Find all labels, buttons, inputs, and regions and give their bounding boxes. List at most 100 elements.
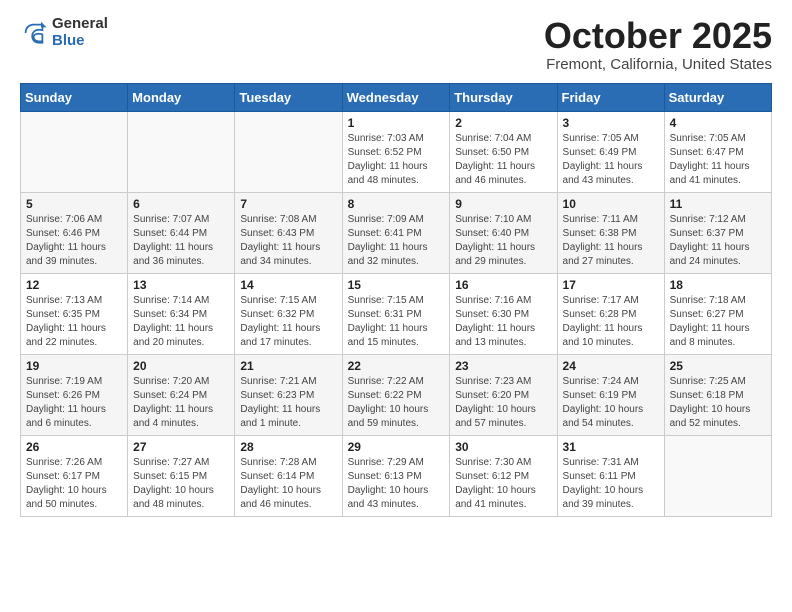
calendar-cell: 8Sunrise: 7:09 AM Sunset: 6:41 PM Daylig…	[342, 192, 450, 273]
day-number: 18	[670, 278, 766, 292]
day-number: 22	[348, 359, 445, 373]
day-number: 2	[455, 116, 551, 130]
calendar-week-row: 26Sunrise: 7:26 AM Sunset: 6:17 PM Dayli…	[21, 435, 772, 516]
calendar-cell: 31 Sunrise: 7:31 AM Sunset: 6:11 PM Dayli…	[557, 435, 664, 516]
calendar-cell: 22 Sunrise: 7:22 AM Sunset: 6:22 PM Dayli…	[342, 354, 450, 435]
day-info: Sunrise: 7:17 AM Sunset: 6:28 PM Dayligh…	[563, 294, 659, 350]
day-info: Sunrise: 7:06 AM Sunset: 6:46 PM Dayligh…	[26, 213, 122, 269]
logo-icon	[20, 19, 48, 47]
day-info: Sunrise: 7:15 AM Sunset: 6:31 PM Dayligh…	[348, 294, 445, 350]
weekday-header-wednesday: Wednesday	[342, 83, 450, 111]
title-area: October 2025 Fremont, California, United…	[544, 16, 772, 73]
day-info: Sunrise: 7:16 AM Sunset: 6:30 PM Dayligh…	[455, 294, 551, 350]
calendar-cell: 7 Sunrise: 7:08 AM Sunset: 6:43 PM Daylig…	[235, 192, 342, 273]
calendar-week-row: 1Sunrise: 7:03 AM Sunset: 6:52 PM Daylig…	[21, 111, 772, 192]
calendar-cell: 17 Sunrise: 7:17 AM Sunset: 6:28 PM Dayli…	[557, 273, 664, 354]
calendar-cell: 28 Sunrise: 7:28 AM Sunset: 6:14 PM Dayli…	[235, 435, 342, 516]
weekday-header-thursday: Thursday	[450, 83, 557, 111]
calendar-cell: 19Sunrise: 7:19 AM Sunset: 6:26 PM Dayli…	[21, 354, 128, 435]
logo: General Blue	[20, 16, 108, 49]
logo-general-text: General	[52, 16, 108, 33]
logo-blue-text: Blue	[52, 33, 108, 50]
weekday-header-sunday: Sunday	[21, 83, 128, 111]
calendar-cell: 25Sunrise: 7:25 AM Sunset: 6:18 PM Dayli…	[664, 354, 771, 435]
weekday-header-saturday: Saturday	[664, 83, 771, 111]
day-number: 9	[455, 197, 551, 211]
day-number: 4	[670, 116, 766, 130]
day-info: Sunrise: 7:10 AM Sunset: 6:40 PM Dayligh…	[455, 213, 551, 269]
day-info: Sunrise: 7:13 AM Sunset: 6:35 PM Dayligh…	[26, 294, 122, 350]
calendar-cell: 1Sunrise: 7:03 AM Sunset: 6:52 PM Daylig…	[342, 111, 450, 192]
day-number: 30	[455, 440, 551, 454]
weekday-header-friday: Friday	[557, 83, 664, 111]
day-number: 1	[348, 116, 445, 130]
weekday-header-monday: Monday	[128, 83, 235, 111]
calendar-cell: 18 Sunrise: 7:18 AM Sunset: 6:27 PM Dayli…	[664, 273, 771, 354]
day-number: 10	[563, 197, 659, 211]
day-info: Sunrise: 7:08 AM Sunset: 6:43 PM Dayligh…	[240, 213, 336, 269]
calendar-cell: 15 Sunrise: 7:15 AM Sunset: 6:31 PM Dayli…	[342, 273, 450, 354]
day-info: Sunrise: 7:22 AM Sunset: 6:22 PM Dayligh…	[348, 375, 445, 431]
calendar-cell	[235, 111, 342, 192]
day-number: 27	[133, 440, 229, 454]
page-header: General Blue October 2025 Fremont, Calif…	[20, 16, 772, 73]
calendar-cell: 9 Sunrise: 7:10 AM Sunset: 6:40 PM Daylig…	[450, 192, 557, 273]
calendar-cell: 13 Sunrise: 7:14 AM Sunset: 6:34 PM Dayli…	[128, 273, 235, 354]
day-info: Sunrise: 7:29 AM Sunset: 6:13 PM Dayligh…	[348, 456, 445, 512]
day-info: Sunrise: 7:09 AM Sunset: 6:41 PM Dayligh…	[348, 213, 445, 269]
calendar-cell: 24 Sunrise: 7:24 AM Sunset: 6:19 PM Dayli…	[557, 354, 664, 435]
day-info: Sunrise: 7:11 AM Sunset: 6:38 PM Dayligh…	[563, 213, 659, 269]
day-info: Sunrise: 7:20 AM Sunset: 6:24 PM Dayligh…	[133, 375, 229, 431]
day-info: Sunrise: 7:18 AM Sunset: 6:27 PM Dayligh…	[670, 294, 766, 350]
day-number: 5	[26, 197, 122, 211]
day-info: Sunrise: 7:21 AM Sunset: 6:23 PM Dayligh…	[240, 375, 336, 431]
calendar-cell: 2Sunrise: 7:04 AM Sunset: 6:50 PM Daylig…	[450, 111, 557, 192]
day-number: 23	[455, 359, 551, 373]
calendar-cell: 5 Sunrise: 7:06 AM Sunset: 6:46 PM Daylig…	[21, 192, 128, 273]
calendar-cell: 21 Sunrise: 7:21 AM Sunset: 6:23 PM Dayli…	[235, 354, 342, 435]
location-title: Fremont, California, United States	[544, 56, 772, 73]
day-number: 21	[240, 359, 336, 373]
day-info: Sunrise: 7:31 AM Sunset: 6:11 PM Dayligh…	[563, 456, 659, 512]
day-number: 17	[563, 278, 659, 292]
calendar-cell: 26Sunrise: 7:26 AM Sunset: 6:17 PM Dayli…	[21, 435, 128, 516]
day-number: 28	[240, 440, 336, 454]
day-number: 15	[348, 278, 445, 292]
day-info: Sunrise: 7:23 AM Sunset: 6:20 PM Dayligh…	[455, 375, 551, 431]
month-title: October 2025	[544, 16, 772, 56]
day-info: Sunrise: 7:24 AM Sunset: 6:19 PM Dayligh…	[563, 375, 659, 431]
calendar-cell: 16 Sunrise: 7:16 AM Sunset: 6:30 PM Dayli…	[450, 273, 557, 354]
day-number: 7	[240, 197, 336, 211]
calendar-cell: 3Sunrise: 7:05 AM Sunset: 6:49 PM Daylig…	[557, 111, 664, 192]
calendar-cell: 23 Sunrise: 7:23 AM Sunset: 6:20 PM Dayli…	[450, 354, 557, 435]
calendar-cell: 29Sunrise: 7:29 AM Sunset: 6:13 PM Dayli…	[342, 435, 450, 516]
day-number: 3	[563, 116, 659, 130]
day-info: Sunrise: 7:28 AM Sunset: 6:14 PM Dayligh…	[240, 456, 336, 512]
calendar-table: SundayMondayTuesdayWednesdayThursdayFrid…	[20, 83, 772, 517]
day-number: 20	[133, 359, 229, 373]
calendar-cell: 10 Sunrise: 7:11 AM Sunset: 6:38 PM Dayli…	[557, 192, 664, 273]
weekday-header-row: SundayMondayTuesdayWednesdayThursdayFrid…	[21, 83, 772, 111]
day-number: 13	[133, 278, 229, 292]
day-info: Sunrise: 7:25 AM Sunset: 6:18 PM Dayligh…	[670, 375, 766, 431]
day-info: Sunrise: 7:14 AM Sunset: 6:34 PM Dayligh…	[133, 294, 229, 350]
day-number: 24	[563, 359, 659, 373]
day-number: 26	[26, 440, 122, 454]
day-number: 31	[563, 440, 659, 454]
calendar-week-row: 12 Sunrise: 7:13 AM Sunset: 6:35 PM Dayli…	[21, 273, 772, 354]
day-info: Sunrise: 7:07 AM Sunset: 6:44 PM Dayligh…	[133, 213, 229, 269]
calendar-cell: 27Sunrise: 7:27 AM Sunset: 6:15 PM Dayli…	[128, 435, 235, 516]
day-info: Sunrise: 7:05 AM Sunset: 6:47 PM Dayligh…	[670, 132, 766, 188]
calendar-cell: 14Sunrise: 7:15 AM Sunset: 6:32 PM Dayli…	[235, 273, 342, 354]
calendar-week-row: 5 Sunrise: 7:06 AM Sunset: 6:46 PM Daylig…	[21, 192, 772, 273]
logo-text: General Blue	[52, 16, 108, 49]
day-number: 16	[455, 278, 551, 292]
calendar-cell	[21, 111, 128, 192]
calendar-cell: 30 Sunrise: 7:30 AM Sunset: 6:12 PM Dayli…	[450, 435, 557, 516]
calendar-cell	[664, 435, 771, 516]
day-info: Sunrise: 7:30 AM Sunset: 6:12 PM Dayligh…	[455, 456, 551, 512]
day-number: 19	[26, 359, 122, 373]
day-number: 14	[240, 278, 336, 292]
day-number: 12	[26, 278, 122, 292]
day-number: 6	[133, 197, 229, 211]
